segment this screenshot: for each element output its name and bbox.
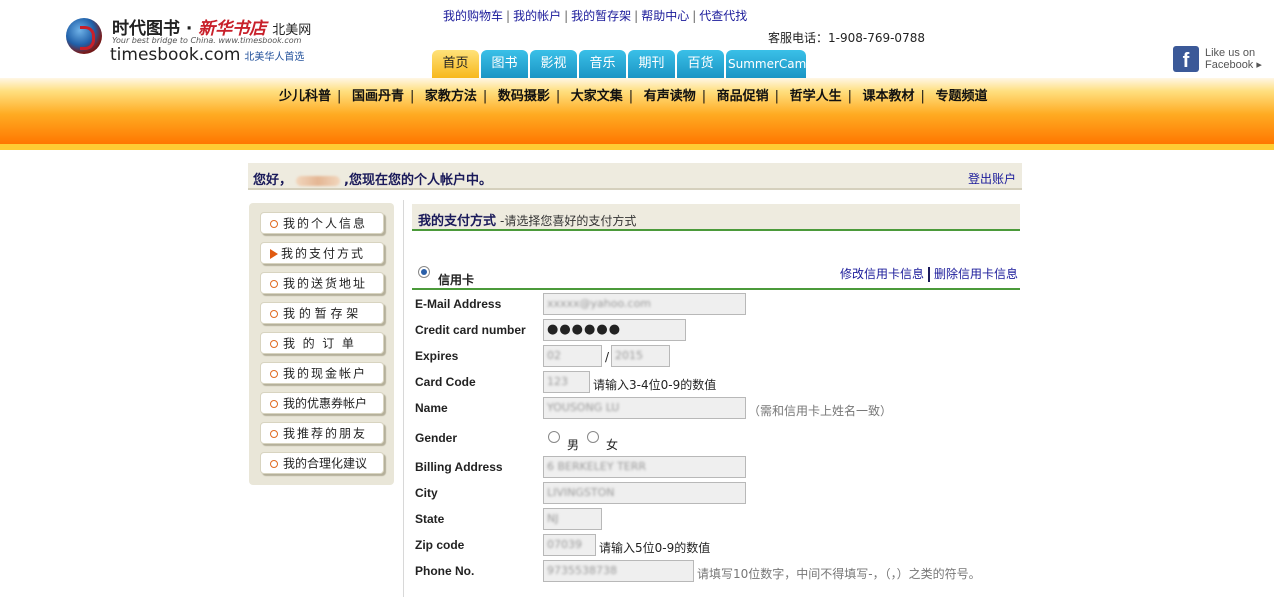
zip-field[interactable]: 07039 [543, 534, 596, 556]
state-label: State [415, 512, 445, 526]
delete-card-link[interactable]: 删除信用卡信息 [934, 267, 1018, 281]
sidebar-item-personal-info[interactable]: 我的个人信息 [260, 212, 384, 234]
payment-section-header: 我的支付方式 -请选择您喜好的支付方式 [412, 204, 1020, 231]
logo-domain: timesbook.com 北美华人首选 [110, 45, 305, 65]
facebook-text: Like us on Facebook ▸ [1205, 47, 1262, 71]
city-field[interactable]: LIVINGSTON [543, 482, 746, 504]
link-saved-shelf[interactable]: 我的暂存架 [571, 9, 631, 23]
card-actions: 修改信用卡信息 删除信用卡信息 [840, 265, 1018, 282]
city-label: City [415, 486, 438, 500]
category-nav: 少儿科普 | 国画丹青 | 家教方法 | 数码摄影 | 大家文集 | 有声读物 | 商品促销… [279, 89, 988, 104]
category-link[interactable]: 商品促销 [717, 89, 769, 104]
category-link[interactable]: 有声读物 [644, 89, 696, 104]
card-code-hint: 请输入3-4位0-9的数值 [593, 378, 717, 392]
state-field[interactable]: NJ [543, 508, 602, 530]
category-link[interactable]: 家教方法 [425, 89, 477, 104]
sidebar-item-shipping-address[interactable]: 我的送货地址 [260, 272, 384, 294]
card-number-field[interactable]: ●●●●●● [543, 319, 686, 341]
top-links: 我的购物车 | 我的帐户 | 我的暂存架 | 帮助中心 | 代查代找 [443, 9, 748, 23]
category-link[interactable]: 课本教材 [863, 89, 915, 104]
bullet-icon [270, 459, 278, 468]
category-bar-strip [0, 144, 1274, 150]
link-search-service[interactable]: 代查代找 [699, 9, 747, 23]
customer-service-phone: 客服电话：1-908-769-0788 [768, 31, 925, 45]
redacted-username [296, 175, 341, 186]
email-field[interactable]: xxxxx@yahoo.com [543, 293, 746, 315]
expiry-month-field[interactable]: 02 [543, 345, 602, 367]
tab-magazines[interactable]: 期刊 [628, 50, 675, 78]
credit-card-option: 信用卡 修改信用卡信息 删除信用卡信息 [412, 264, 1020, 290]
zip-hint: 请输入5位0-9的数值 [599, 541, 711, 555]
bullet-icon [270, 219, 278, 228]
bullet-icon [270, 309, 278, 318]
expires-label: Expires [415, 349, 459, 363]
bullet-icon [270, 279, 278, 288]
gender-female-label: 女 [606, 438, 619, 452]
sidebar-item-payment[interactable]: 我的支付方式 [260, 242, 384, 264]
category-link[interactable]: 专题频道 [935, 89, 987, 104]
phone-label: Phone No. [415, 564, 475, 578]
name-hint: （需和信用卡上姓名一致） [748, 404, 893, 418]
tab-music[interactable]: 音乐 [579, 50, 626, 78]
sidebar-item-coupon-account[interactable]: 我的优惠券帐户 [260, 392, 384, 414]
name-field[interactable]: YOUSONG LU [543, 397, 746, 419]
logo-tagline: Your best bridge to China. www.timesbook… [112, 36, 302, 45]
welcome-bar: 您好， ,您现在您的个人帐户中。 登出账户 [248, 163, 1022, 190]
account-sidebar: 我的个人信息 我的支付方式 我的送货地址 我 的 暂 存 架 我 的 订 单 我… [249, 203, 394, 485]
globe-logo-icon [66, 18, 102, 54]
sidebar-item-suggestions[interactable]: 我的合理化建议 [260, 452, 384, 474]
facebook-like-link[interactable]: f Like us on Facebook ▸ [1173, 46, 1273, 74]
link-account[interactable]: 我的帐户 [513, 9, 561, 23]
card-code-label: Card Code [415, 375, 476, 389]
credit-card-radio[interactable] [418, 266, 430, 278]
expiry-year-field[interactable]: 2015 [611, 345, 670, 367]
tab-books[interactable]: 图书 [481, 50, 528, 78]
email-label: E-Mail Address [415, 297, 502, 311]
category-link[interactable]: 数码摄影 [498, 89, 550, 104]
sidebar-item-saved-shelf[interactable]: 我 的 暂 存 架 [260, 302, 384, 324]
category-link[interactable]: 哲学人生 [790, 89, 842, 104]
tab-summer-camp[interactable]: SummerCamp [726, 50, 814, 78]
welcome-message: 您好， ,您现在您的个人帐户中。 [253, 173, 492, 188]
gender-male-radio[interactable] [548, 431, 560, 443]
expiry-separator: / [605, 350, 610, 364]
card-code-field[interactable]: 123 [543, 371, 590, 393]
gender-label: Gender [415, 431, 458, 445]
tab-video[interactable]: 影视 [530, 50, 577, 78]
category-link[interactable]: 国画丹青 [352, 89, 404, 104]
sidebar-item-referred-friends[interactable]: 我推荐的朋友 [260, 422, 384, 444]
credit-card-label: 信用卡 [438, 273, 475, 287]
category-link[interactable]: 大家文集 [571, 89, 623, 104]
tab-general-goods[interactable]: 百货 [677, 50, 724, 78]
divider [403, 200, 404, 597]
bullet-icon [270, 429, 278, 438]
logout-link[interactable]: 登出账户 [968, 170, 1016, 187]
active-arrow-icon [270, 248, 278, 259]
tab-home[interactable]: 首页 [432, 50, 479, 78]
card-number-label: Credit card number [415, 323, 526, 337]
bullet-icon [270, 339, 278, 348]
name-label: Name [415, 401, 448, 415]
link-help-center[interactable]: 帮助中心 [641, 9, 689, 23]
billing-address-field[interactable]: 6 BERKELEY TERR [543, 456, 746, 478]
bullet-icon [270, 369, 278, 378]
main-tabs: 首页 图书 影视 音乐 期刊 百货 SummerCamp [432, 50, 814, 78]
gender-female-radio[interactable] [587, 431, 599, 443]
phone-hint: 请填写10位数字，中间不得填写-，（，）之类的符号。 [697, 567, 981, 581]
bullet-icon [270, 399, 278, 408]
facebook-icon: f [1173, 46, 1199, 72]
gender-male-label: 男 [567, 438, 580, 452]
sidebar-item-cash-account[interactable]: 我的现金帐户 [260, 362, 384, 384]
zip-label: Zip code [415, 538, 465, 552]
phone-field[interactable]: 9735538738 [543, 560, 694, 582]
sidebar-item-orders[interactable]: 我 的 订 单 [260, 332, 384, 354]
page-title: 我的支付方式 -请选择您喜好的支付方式 [418, 214, 637, 229]
site-logo[interactable]: 时代图书 · 新华书店 北美网 Your best bridge to Chin… [66, 12, 326, 67]
category-link[interactable]: 少儿科普 [279, 89, 331, 104]
edit-card-link[interactable]: 修改信用卡信息 [840, 267, 924, 281]
link-cart[interactable]: 我的购物车 [443, 9, 503, 23]
billing-address-label: Billing Address [415, 460, 503, 474]
